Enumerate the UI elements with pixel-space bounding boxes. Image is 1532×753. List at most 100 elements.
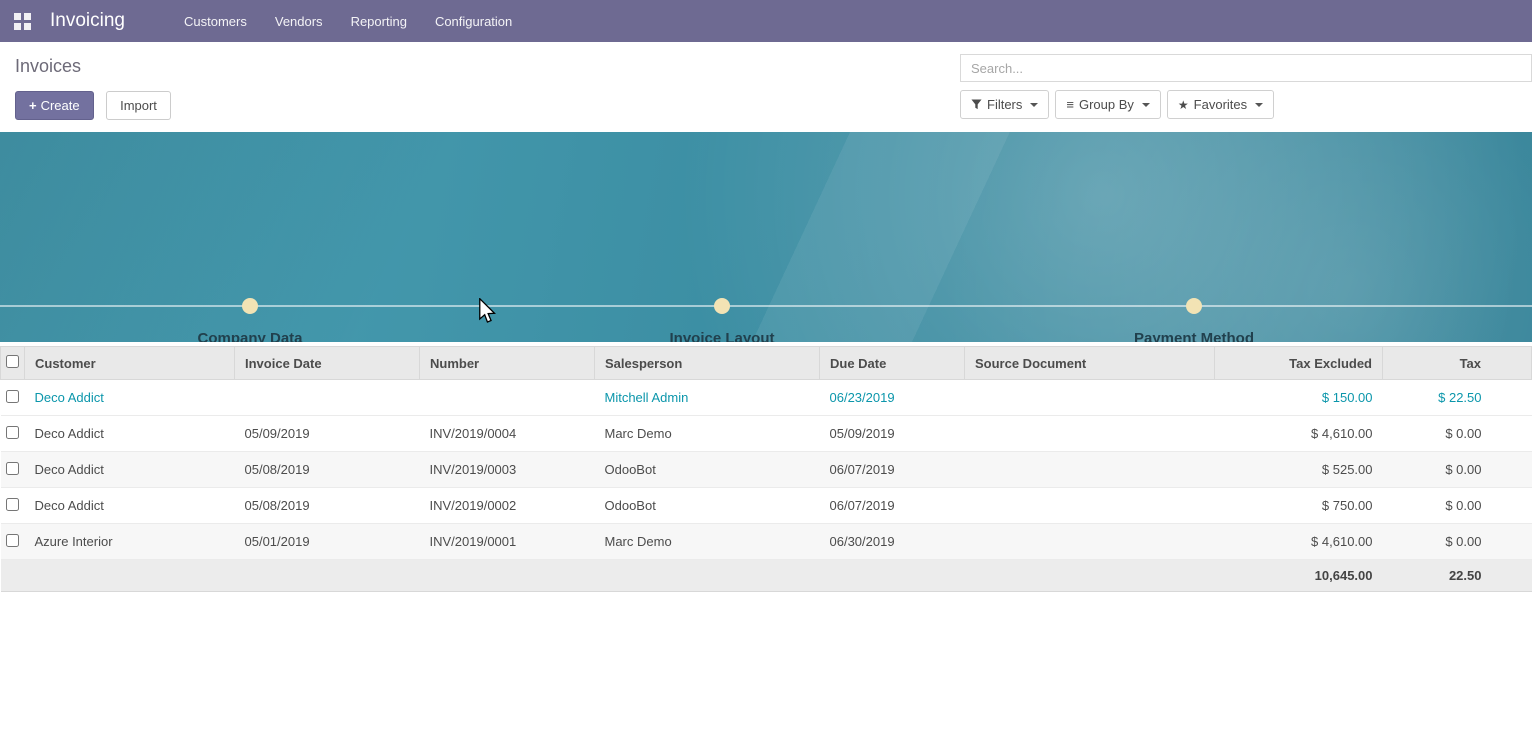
row-checkbox[interactable] — [6, 462, 19, 475]
onboarding-step-company-data: Company Data Set your company's data for… — [14, 132, 486, 342]
column-header-source-document[interactable]: Source Document — [965, 347, 1215, 380]
cell-invoice-date — [235, 380, 420, 416]
create-button-label: Create — [41, 98, 80, 113]
footer-empty-cell — [965, 560, 1215, 592]
control-panel-left: Invoices +Create Import — [15, 54, 171, 120]
step-title: Invoice Layout — [669, 330, 774, 342]
cell-salesperson: Marc Demo — [595, 524, 820, 560]
menu-vendors[interactable]: Vendors — [261, 0, 337, 42]
onboarding-step-invoice-layout: Invoice Layout Customize the look of you… — [486, 132, 958, 342]
group-by-button[interactable]: ≡ Group By — [1055, 90, 1161, 119]
app-name[interactable]: Invoicing — [50, 10, 125, 32]
step-dot — [242, 298, 258, 314]
cell-source-document — [965, 524, 1215, 560]
create-button[interactable]: +Create — [15, 91, 94, 120]
column-header-number[interactable]: Number — [420, 347, 595, 380]
select-all-cell — [1, 347, 25, 380]
column-header-due-date[interactable]: Due Date — [820, 347, 965, 380]
menu-configuration[interactable]: Configuration — [421, 0, 526, 42]
menu-reporting[interactable]: Reporting — [337, 0, 421, 42]
control-panel-right: Filters ≡ Group By ★ Favorites — [960, 54, 1532, 120]
cell-number: INV/2019/0004 — [420, 416, 595, 452]
apps-grid-square — [14, 13, 21, 20]
cell-invoice-date: 05/01/2019 — [235, 524, 420, 560]
onboarding-steps: Company Data Set your company's data for… — [14, 132, 1430, 342]
search-options: Filters ≡ Group By ★ Favorites — [960, 90, 1532, 119]
footer-empty-cell — [25, 560, 235, 592]
column-header-tax[interactable]: Tax — [1383, 347, 1532, 380]
column-header-salesperson[interactable]: Salesperson — [595, 347, 820, 380]
cell-tax: $ 0.00 — [1383, 452, 1532, 488]
invoice-table-body: Deco AddictMitchell Admin06/23/2019$ 150… — [1, 380, 1532, 560]
step-title: Company Data — [197, 330, 302, 342]
cell-tax-excluded: $ 150.00 — [1215, 380, 1383, 416]
cell-due-date: 06/07/2019 — [820, 488, 965, 524]
row-checkbox-cell — [1, 488, 25, 524]
cell-source-document — [965, 488, 1215, 524]
cell-invoice-date: 05/08/2019 — [235, 452, 420, 488]
step-dot — [714, 298, 730, 314]
filters-button[interactable]: Filters — [960, 90, 1049, 119]
cell-customer: Azure Interior — [25, 524, 235, 560]
row-checkbox[interactable] — [6, 390, 19, 403]
cell-tax: $ 22.50 — [1383, 380, 1532, 416]
cell-due-date: 06/07/2019 — [820, 452, 965, 488]
action-buttons: +Create Import — [15, 91, 171, 120]
cell-salesperson: Marc Demo — [595, 416, 820, 452]
row-checkbox[interactable] — [6, 534, 19, 547]
cell-tax: $ 0.00 — [1383, 524, 1532, 560]
row-checkbox-cell — [1, 524, 25, 560]
column-header-customer[interactable]: Customer — [25, 347, 235, 380]
cell-number: INV/2019/0002 — [420, 488, 595, 524]
cell-number: INV/2019/0001 — [420, 524, 595, 560]
cell-salesperson: Mitchell Admin — [595, 380, 820, 416]
group-by-icon: ≡ — [1066, 98, 1074, 111]
table-row[interactable]: Deco Addict05/08/2019INV/2019/0002OdooBo… — [1, 488, 1532, 524]
apps-grid-square — [14, 23, 21, 30]
filters-button-label: Filters — [987, 97, 1022, 112]
cell-number: INV/2019/0003 — [420, 452, 595, 488]
table-row[interactable]: Deco Addict05/09/2019INV/2019/0004Marc D… — [1, 416, 1532, 452]
chevron-down-icon — [1030, 103, 1038, 107]
favorites-button[interactable]: ★ Favorites — [1167, 90, 1274, 119]
cell-invoice-date: 05/09/2019 — [235, 416, 420, 452]
chevron-down-icon — [1255, 103, 1263, 107]
select-all-checkbox[interactable] — [6, 355, 19, 368]
table-row[interactable]: Deco Addict05/08/2019INV/2019/0003OdooBo… — [1, 452, 1532, 488]
cell-salesperson: OdooBot — [595, 452, 820, 488]
row-checkbox[interactable] — [6, 498, 19, 511]
cell-salesperson: OdooBot — [595, 488, 820, 524]
column-header-invoice-date[interactable]: Invoice Date — [235, 347, 420, 380]
footer-empty-cell — [420, 560, 595, 592]
row-checkbox[interactable] — [6, 426, 19, 439]
onboarding-step-payment-method: Payment Method Configure your payment me… — [958, 132, 1430, 342]
apps-grid-square — [24, 23, 31, 30]
cell-tax-excluded: $ 4,610.00 — [1215, 524, 1383, 560]
page-title: Invoices — [15, 56, 171, 77]
cell-customer: Deco Addict — [25, 416, 235, 452]
invoice-list-table: Customer Invoice Date Number Salesperson… — [0, 346, 1532, 592]
table-row[interactable]: Azure Interior05/01/2019INV/2019/0001Mar… — [1, 524, 1532, 560]
row-checkbox-cell — [1, 452, 25, 488]
row-checkbox-cell — [1, 416, 25, 452]
column-header-tax-excluded[interactable]: Tax Excluded — [1215, 347, 1383, 380]
footer-total-tax: 22.50 — [1383, 560, 1532, 592]
cell-tax-excluded: $ 525.00 — [1215, 452, 1383, 488]
table-header-row: Customer Invoice Date Number Salesperson… — [1, 347, 1532, 380]
footer-empty-cell — [595, 560, 820, 592]
cell-due-date: 05/09/2019 — [820, 416, 965, 452]
menu-customers[interactable]: Customers — [170, 0, 261, 42]
apps-grid-icon[interactable] — [14, 13, 31, 30]
step-dot — [1186, 298, 1202, 314]
table-row[interactable]: Deco AddictMitchell Admin06/23/2019$ 150… — [1, 380, 1532, 416]
cell-tax-excluded: $ 4,610.00 — [1215, 416, 1383, 452]
cell-tax-excluded: $ 750.00 — [1215, 488, 1383, 524]
onboarding-banner: Company Data Set your company's data for… — [0, 132, 1532, 342]
import-button[interactable]: Import — [106, 91, 171, 120]
search-input[interactable] — [960, 54, 1532, 82]
cell-customer: Deco Addict — [25, 452, 235, 488]
row-checkbox-cell — [1, 380, 25, 416]
control-panel: Invoices +Create Import Filters ≡ Group … — [0, 42, 1532, 132]
footer-empty-cell — [235, 560, 420, 592]
cell-customer: Deco Addict — [25, 488, 235, 524]
